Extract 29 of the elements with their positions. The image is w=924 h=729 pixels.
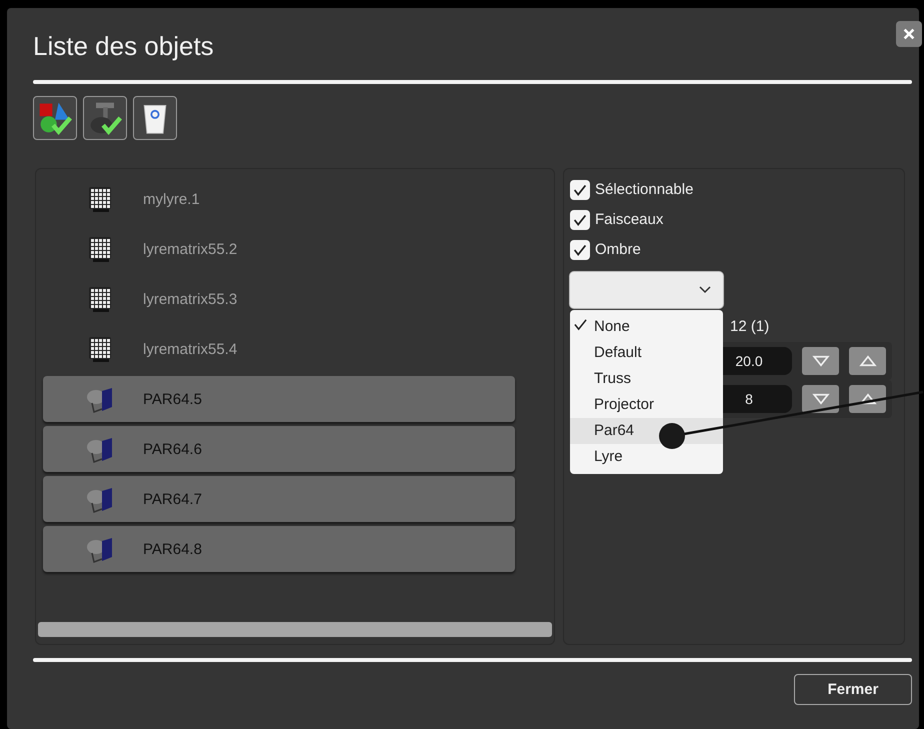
checkbox[interactable]: Ombre	[570, 233, 898, 266]
decrement-button[interactable]	[802, 385, 839, 413]
triangle-down-icon	[812, 393, 830, 405]
horizontal-scrollbar[interactable]	[38, 622, 552, 637]
count-label: 12 (1)	[730, 318, 770, 335]
checkbox-box[interactable]	[570, 180, 590, 200]
chevron-down-icon	[699, 286, 711, 294]
close-icon[interactable]	[896, 21, 922, 47]
object-list-item[interactable]: lyrematrix55.3	[43, 276, 515, 322]
object-list-item[interactable]: mylyre.1	[43, 176, 515, 222]
pointer-dot	[659, 423, 685, 449]
checkbox-box[interactable]	[570, 210, 590, 230]
check-icon	[574, 318, 587, 331]
increment-button[interactable]	[849, 385, 886, 413]
triangle-down-icon	[812, 355, 830, 367]
triangle-up-icon	[858, 355, 876, 367]
object-list-item[interactable]: lyrematrix55.4	[43, 326, 515, 372]
shapes-check-button[interactable]	[33, 96, 77, 140]
checkbox-box[interactable]	[570, 240, 590, 260]
menu-option[interactable]: Lyre	[570, 444, 723, 470]
window-title: Liste des objets	[33, 30, 215, 63]
object-list-item[interactable]: lyrematrix55.2	[43, 226, 515, 272]
close-dialog-button[interactable]: Fermer	[794, 674, 912, 705]
menu-option[interactable]: None	[570, 314, 723, 340]
trash-button[interactable]	[133, 96, 177, 140]
checkbox[interactable]: Faisceaux	[570, 203, 898, 236]
fixture-check-button[interactable]	[83, 96, 127, 140]
checkbox[interactable]: Sélectionnable	[570, 173, 898, 206]
triangle-up-icon	[858, 393, 876, 405]
